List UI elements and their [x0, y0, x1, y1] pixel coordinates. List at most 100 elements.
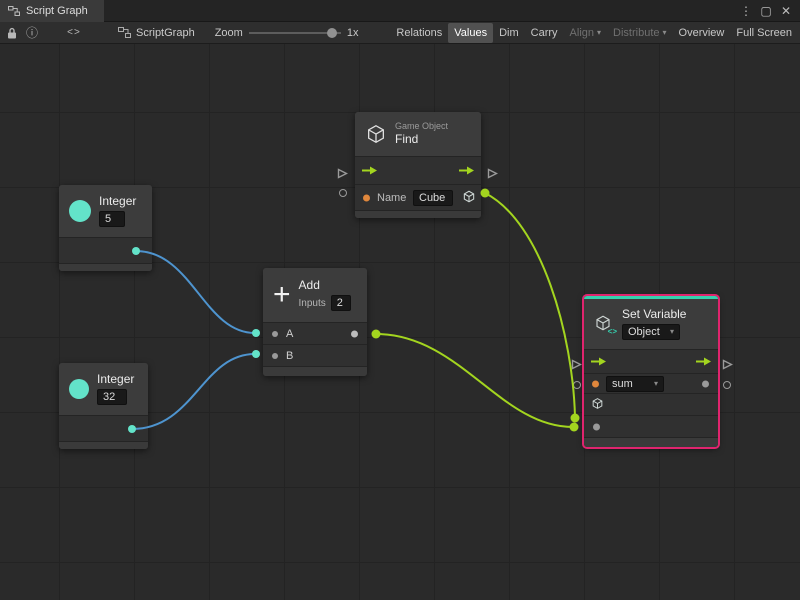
window-menu-icon[interactable]: ⋮ — [738, 4, 754, 18]
port-row-b: B — [263, 344, 367, 366]
target-object-row — [584, 393, 718, 415]
unity-script-graph-window: Script Graph ⋮ ▢ ✕ ⓘ <> ScriptGraph Zoom — [0, 0, 800, 600]
integer-literal-icon — [69, 200, 91, 222]
fullscreen-button[interactable]: Full Screen — [730, 23, 798, 43]
port-a-label: A — [286, 328, 293, 340]
port-dot[interactable] — [252, 350, 260, 358]
integer-value-field[interactable]: 32 — [97, 389, 127, 405]
setvar-output-external-port[interactable] — [723, 381, 731, 389]
distribute-dropdown[interactable]: Distribute ▾ — [607, 23, 672, 43]
port-dot[interactable] — [570, 423, 579, 432]
node-title: Find — [395, 133, 448, 146]
node-footer — [355, 210, 481, 218]
setvar-flow-out-port[interactable] — [722, 357, 733, 375]
variable-name-dropdown[interactable]: sum ▾ — [606, 376, 664, 392]
toolbar-buttons: Relations Values Dim Carry Align ▾ Distr… — [390, 23, 798, 43]
tab-title: Script Graph — [26, 5, 88, 17]
tab-script-graph[interactable]: Script Graph — [0, 0, 104, 22]
port-dot[interactable] — [372, 330, 381, 339]
dim-button[interactable]: Dim — [493, 23, 525, 43]
find-flow-out-port[interactable] — [487, 166, 498, 184]
wire-add-to-setvar[interactable] — [376, 334, 573, 427]
name-row: Name Cube — [355, 184, 481, 210]
zoom-slider[interactable] — [249, 27, 341, 39]
node-title: Integer — [99, 195, 136, 208]
code-icon[interactable]: <> — [64, 23, 84, 43]
flow-out-arrow-icon[interactable] — [696, 355, 711, 369]
name-value-field[interactable]: Cube — [413, 190, 453, 206]
align-dropdown[interactable]: Align ▾ — [564, 23, 607, 43]
graph-breadcrumb[interactable]: ScriptGraph — [118, 27, 195, 39]
values-button[interactable]: Values — [448, 23, 493, 43]
integer-output-row — [59, 415, 148, 441]
value-input-port[interactable] — [593, 423, 600, 430]
node-footer — [584, 437, 718, 447]
node-overline: Game Object — [395, 122, 448, 131]
flow-row — [355, 156, 481, 184]
node-footer — [59, 263, 152, 271]
node-title: Set Variable — [622, 308, 686, 321]
flow-in-arrow-icon[interactable] — [362, 164, 377, 178]
wire-integer32-to-add-b[interactable] — [132, 354, 255, 429]
node-integer-32[interactable]: Integer 32 — [59, 363, 148, 449]
integer-literal-icon — [69, 379, 89, 399]
flow-out-arrow-icon[interactable] — [459, 164, 474, 178]
name-input-port[interactable] — [363, 194, 370, 201]
set-variable-icon: <> — [594, 314, 614, 334]
find-flow-in-port[interactable] — [337, 166, 348, 184]
maximize-icon[interactable]: ▢ — [758, 4, 774, 18]
chevron-down-icon: ▾ — [654, 377, 658, 391]
window-controls: ⋮ ▢ ✕ — [738, 4, 800, 18]
game-object-input-icon[interactable] — [591, 397, 604, 413]
wire-integer5-to-add-a[interactable] — [136, 251, 255, 333]
find-name-external-port[interactable] — [339, 189, 347, 197]
inputs-count-field[interactable]: 2 — [331, 295, 351, 311]
flow-in-arrow-icon[interactable] — [591, 355, 606, 369]
port-dot[interactable] — [571, 414, 580, 423]
integer-output-row — [59, 237, 152, 263]
add-icon: + — [273, 282, 291, 308]
zoom-label: Zoom — [215, 27, 243, 39]
game-object-output-icon[interactable] — [462, 189, 476, 206]
carry-button[interactable]: Carry — [525, 23, 564, 43]
output-port-sum[interactable] — [351, 330, 358, 337]
game-object-icon — [365, 123, 387, 145]
graph-tab-icon — [8, 6, 20, 16]
inputs-label: Inputs — [299, 298, 326, 309]
node-integer-5[interactable]: Integer 5 — [59, 185, 152, 271]
inspect-icon[interactable]: ⓘ — [22, 23, 42, 43]
variable-output-port[interactable] — [702, 380, 709, 387]
node-set-variable[interactable]: <> Set Variable Object ▾ — [584, 296, 718, 447]
node-title: Add — [299, 279, 351, 292]
chevron-down-icon: ▾ — [670, 325, 674, 339]
node-add[interactable]: + Add Inputs 2 A B — [263, 268, 367, 376]
script-graph-icon — [118, 27, 131, 38]
port-dot[interactable] — [252, 329, 260, 337]
name-label: Name — [377, 192, 406, 204]
setvar-name-external-port[interactable] — [573, 381, 581, 389]
graph-canvas[interactable]: Integer 5 Integer 32 + — [0, 44, 800, 600]
port-dot[interactable] — [481, 189, 490, 198]
variable-scope-dropdown[interactable]: Object ▾ — [622, 324, 680, 340]
integer-value-field[interactable]: 5 — [99, 211, 125, 227]
variable-name-row: sum ▾ — [584, 373, 718, 393]
window-titlebar: Script Graph ⋮ ▢ ✕ — [0, 0, 800, 22]
chevron-down-icon: ▾ — [597, 28, 601, 37]
port-row-a: A — [263, 322, 367, 344]
variable-name-input-port[interactable] — [592, 380, 599, 387]
node-title: Integer — [97, 373, 134, 386]
relations-button[interactable]: Relations — [390, 23, 448, 43]
close-icon[interactable]: ✕ — [778, 4, 794, 18]
chevron-down-icon: ▾ — [663, 28, 667, 37]
zoom-slider-handle[interactable] — [327, 28, 337, 38]
graph-toolbar: ⓘ <> ScriptGraph Zoom 1x Relations Value… — [0, 22, 800, 44]
node-gameobject-find[interactable]: Game Object Find Name Cube — [355, 112, 481, 218]
lock-icon[interactable] — [2, 23, 22, 43]
wire-find-to-setvar[interactable] — [485, 193, 575, 417]
input-port-a[interactable] — [272, 331, 278, 337]
setvar-flow-in-port[interactable] — [571, 357, 582, 375]
node-footer — [263, 366, 367, 376]
input-port-b[interactable] — [272, 353, 278, 359]
overview-button[interactable]: Overview — [673, 23, 731, 43]
zoom-control: Zoom 1x — [215, 27, 359, 39]
